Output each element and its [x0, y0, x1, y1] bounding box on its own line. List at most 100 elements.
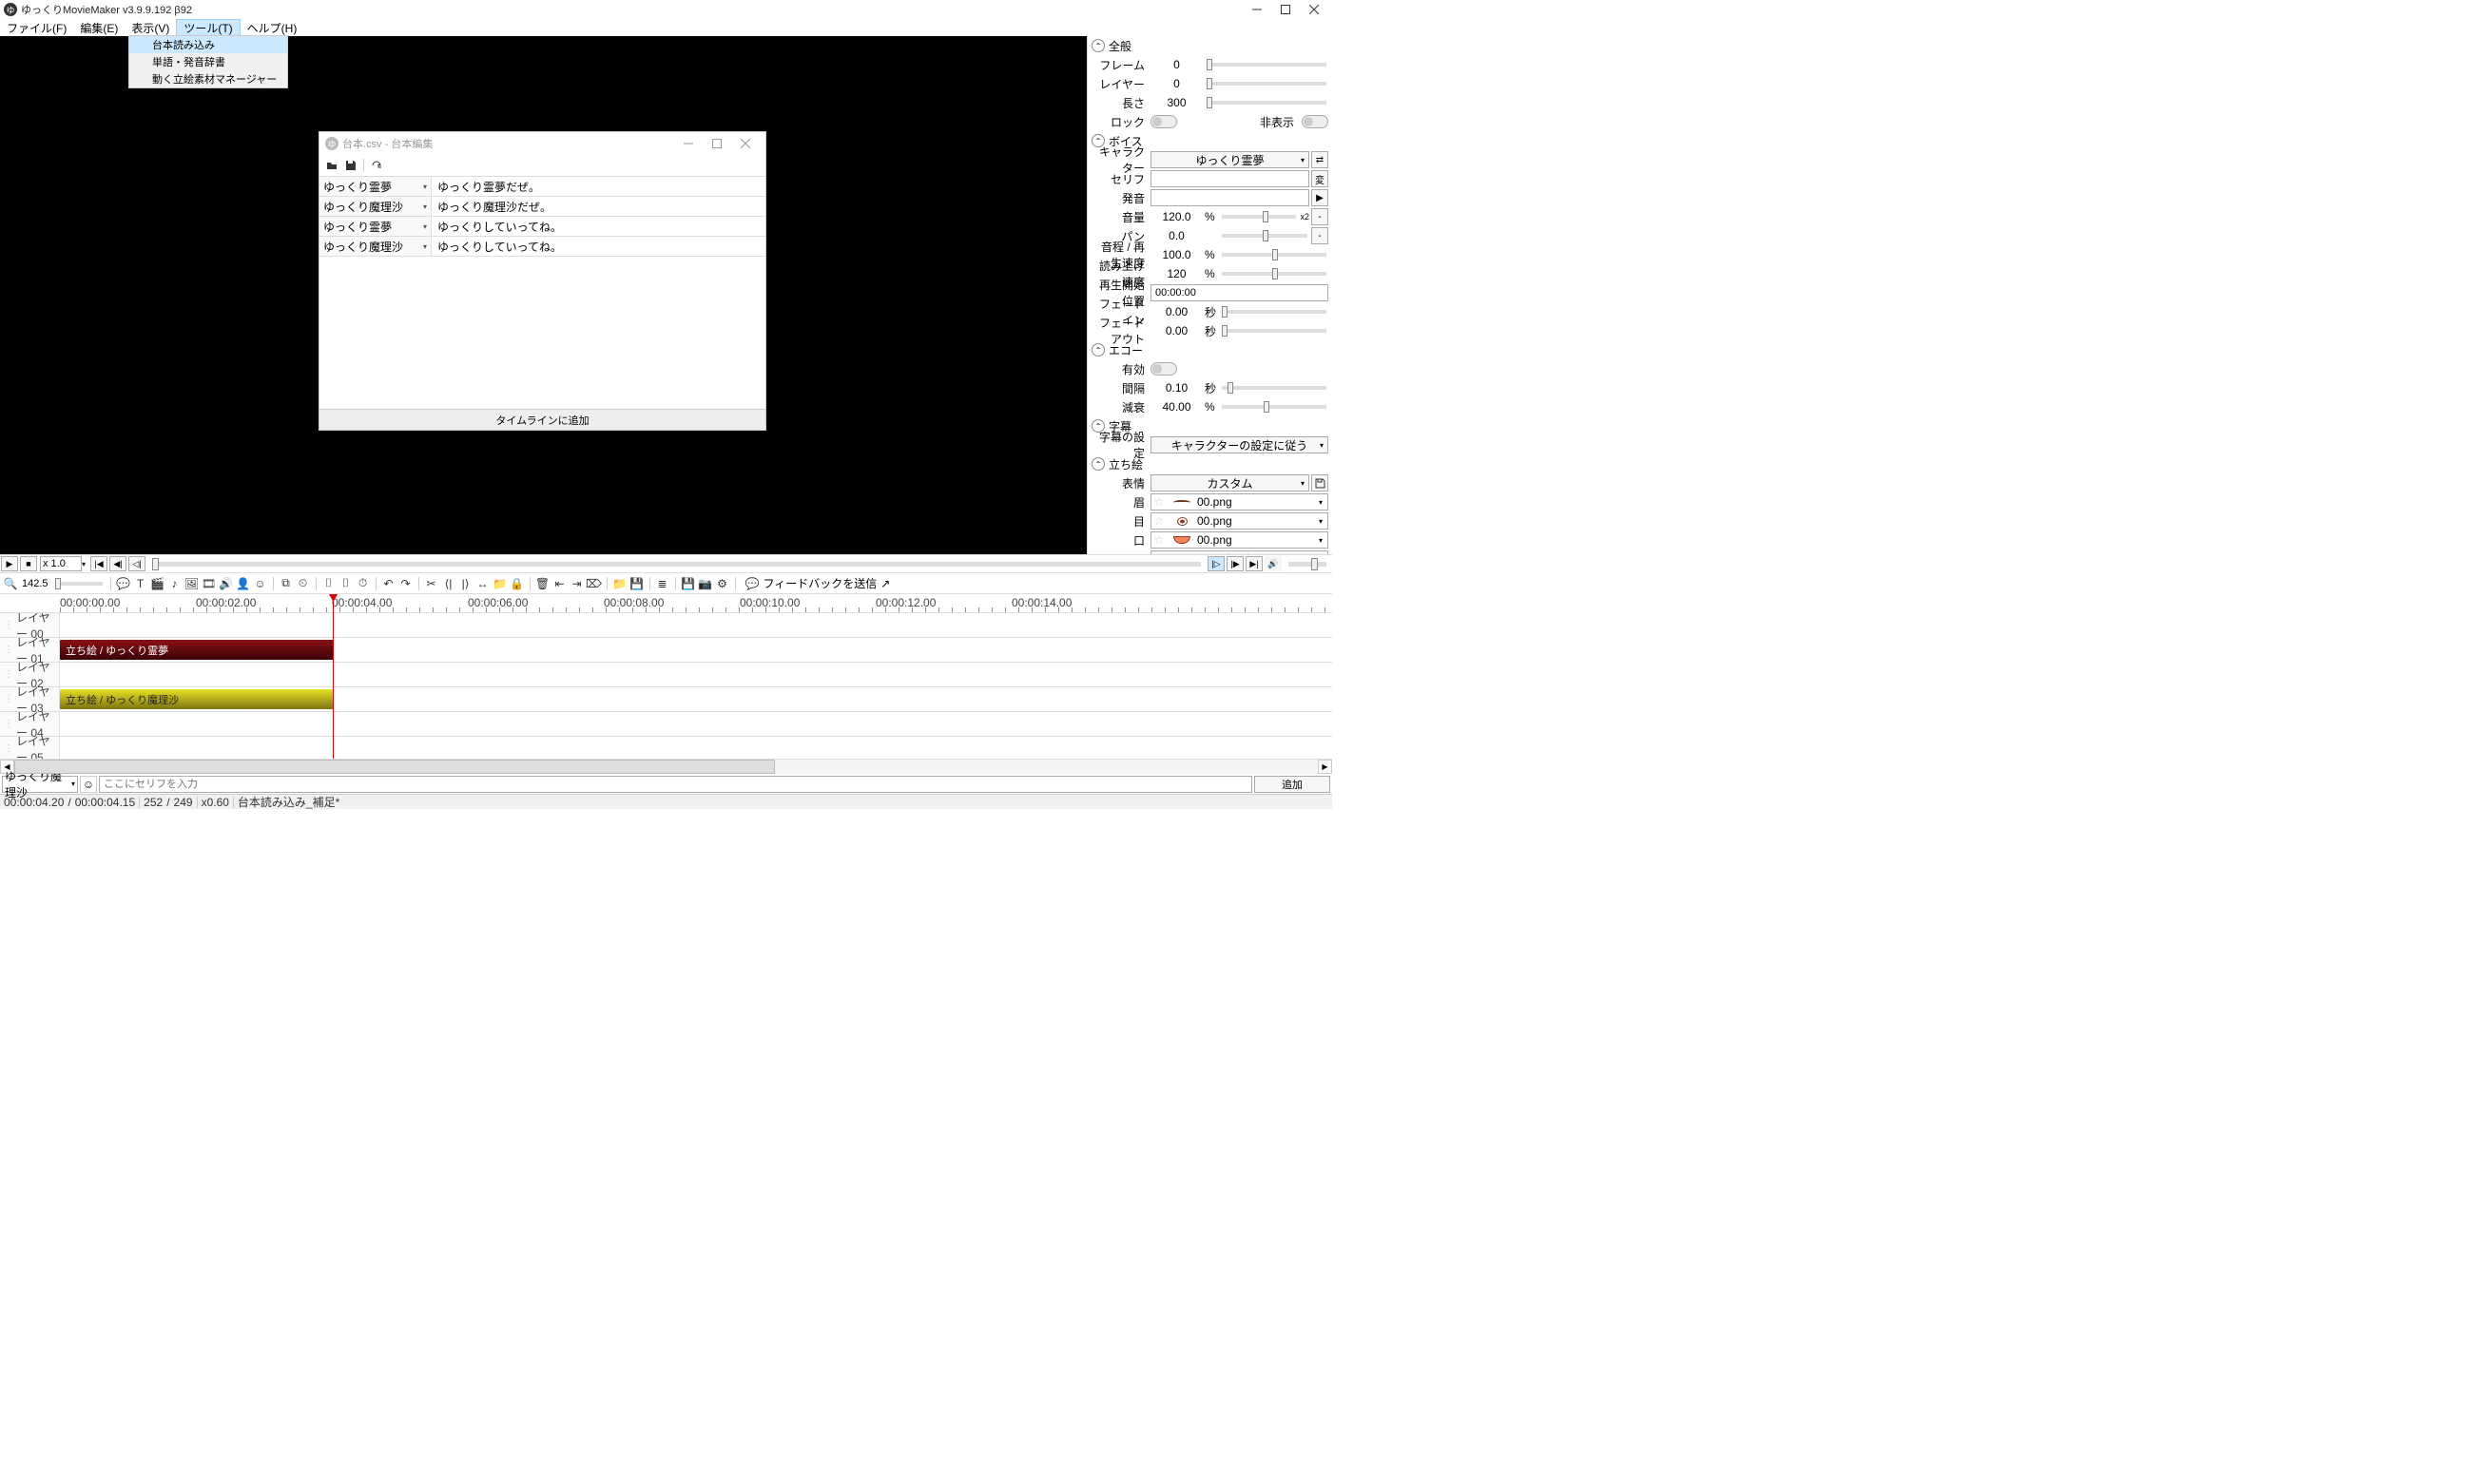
vol-minus-button[interactable]: - [1311, 208, 1328, 225]
add-video-icon[interactable]: 🎬 [149, 575, 166, 592]
zoom-slider[interactable] [55, 582, 103, 586]
layer-track[interactable] [60, 712, 1332, 736]
dialog-close[interactable] [731, 134, 760, 153]
add-portrait-icon[interactable]: 👤 [235, 575, 252, 592]
timeline-clip[interactable]: 立ち絵 / ゆっくり魔理沙 [60, 689, 334, 709]
toggle-echo[interactable] [1150, 362, 1177, 376]
toggle-hide[interactable] [1302, 115, 1328, 128]
snap-icon[interactable]: ⌷ [320, 575, 338, 592]
dialog-add-timeline[interactable]: タイムラインに追加 [319, 409, 765, 430]
save-expression-button[interactable] [1311, 474, 1328, 491]
script-char-select[interactable]: ゆっくり霊夢▾ [319, 217, 432, 236]
input-pronunciation[interactable] [1150, 189, 1309, 206]
close-button[interactable] [1300, 0, 1328, 19]
step-fwd-button[interactable]: |▶ [1227, 556, 1244, 571]
scroll-track[interactable] [14, 760, 1318, 774]
input-serif[interactable] [1150, 170, 1309, 187]
script-text[interactable]: ゆっくりしていってね。 [432, 217, 765, 236]
select-subtitle-setting[interactable]: キャラクターの設定に従う▾ [1150, 436, 1328, 453]
volume-slider[interactable] [1288, 562, 1326, 567]
layer-track[interactable]: 立ち絵 / ゆっくり霊夢 [60, 638, 1332, 662]
star-icon[interactable]: ☆ [1151, 514, 1167, 528]
delete-all-icon[interactable]: ⌦ [586, 575, 603, 592]
slider-pan[interactable] [1222, 234, 1307, 238]
step-back-one-button[interactable]: ◁| [128, 556, 145, 571]
dialog-maximize[interactable] [703, 134, 731, 153]
save-icon[interactable]: 💾 [628, 575, 646, 592]
play-button[interactable]: ▶ [1, 556, 18, 571]
speed-input[interactable] [40, 556, 82, 571]
redo-icon[interactable]: ↷ [397, 575, 415, 592]
dialog-redo-icon[interactable] [370, 159, 383, 172]
serif-input[interactable] [99, 776, 1252, 793]
layer-track[interactable] [60, 663, 1332, 686]
playhead[interactable] [333, 594, 334, 759]
layer-header[interactable]: ⋮レイヤー 05 [0, 737, 60, 759]
scroll-thumb[interactable] [14, 760, 775, 774]
chevron-down-icon[interactable]: ▾ [82, 560, 86, 569]
add-text-icon[interactable]: T [132, 575, 149, 592]
hen-button[interactable]: 変 [1311, 170, 1328, 187]
split-left-icon[interactable]: ⟨| [440, 575, 457, 592]
select-character[interactable]: ゆっくり霊夢▾ [1150, 151, 1309, 168]
undo-icon[interactable]: ↶ [380, 575, 397, 592]
bottom-char-select[interactable]: ゆっくり魔理沙▾ [2, 776, 78, 793]
slider-interval[interactable] [1222, 386, 1326, 390]
select-expression[interactable]: カスタム▾ [1150, 474, 1309, 491]
section-portrait[interactable]: ⌃立ち絵 [1088, 454, 1332, 473]
folder-link-icon[interactable]: 📁 [492, 575, 509, 592]
split-right-icon[interactable]: |⟩ [457, 575, 474, 592]
timeline-clip[interactable]: 立ち絵 / ゆっくり霊夢 [60, 640, 334, 660]
menu-view[interactable]: 表示(V) [125, 19, 176, 36]
seek-slider[interactable] [152, 562, 1201, 567]
add-face-icon[interactable]: ☺ [252, 575, 269, 592]
script-text[interactable]: ゆっくりしていってね。 [432, 237, 765, 256]
section-echo[interactable]: ⌃エコー [1088, 340, 1332, 359]
settings-icon[interactable]: ⚙ [714, 575, 731, 592]
combo-eye[interactable]: ☆00.png▾ [1150, 512, 1328, 530]
dialog-minimize[interactable] [674, 134, 703, 153]
combo-brow[interactable]: ☆00.png▾ [1150, 493, 1328, 511]
align-left-icon[interactable]: ⇤ [551, 575, 569, 592]
dialog-save-icon[interactable] [344, 159, 358, 172]
tools-load-script[interactable]: 台本読み込み [129, 36, 287, 53]
menu-file[interactable]: ファイル(F) [0, 19, 73, 36]
script-char-select[interactable]: ゆっくり霊夢▾ [319, 177, 432, 196]
stopwatch-icon[interactable]: ⏱ [355, 575, 372, 592]
tools-portrait-manager[interactable]: 動く立絵素材マネージャー [129, 70, 287, 87]
slider-volume[interactable] [1222, 215, 1296, 219]
script-text[interactable]: ゆっくり霊夢だぜ。 [432, 177, 765, 196]
scroll-right-button[interactable]: ▶ [1318, 760, 1332, 774]
maximize-button[interactable] [1271, 0, 1300, 19]
add-audio-icon[interactable]: ♪ [166, 575, 184, 592]
step-back-button[interactable]: ◀| [109, 556, 126, 571]
tools-dictionary[interactable]: 単語・発音辞書 [129, 53, 287, 70]
select-hair[interactable]: 未選択▾ [1150, 550, 1328, 554]
add-image-icon[interactable]: 🖼 [184, 575, 201, 592]
lock-icon[interactable]: 🔒 [509, 575, 526, 592]
camera-icon[interactable]: 📷 [697, 575, 714, 592]
folder-icon[interactable]: 📁 [611, 575, 628, 592]
slider-length[interactable] [1207, 101, 1326, 105]
slider-decay[interactable] [1222, 405, 1326, 409]
export-icon[interactable]: 💾 [680, 575, 697, 592]
script-char-select[interactable]: ゆっくり魔理沙▾ [319, 237, 432, 256]
slider-fadein[interactable] [1222, 310, 1326, 314]
star-icon[interactable]: ☆ [1151, 495, 1167, 509]
slider-frame[interactable] [1207, 63, 1326, 67]
script-char-select[interactable]: ゆっくり魔理沙▾ [319, 197, 432, 216]
snap2-icon[interactable]: ⌷ [338, 575, 355, 592]
add-speech-icon[interactable]: 💬 [115, 575, 132, 592]
row-icon[interactable]: ≣ [654, 575, 671, 592]
zoom-icon[interactable]: 🔍 [2, 575, 19, 592]
layer-track[interactable]: 立ち絵 / ゆっくり魔理沙 [60, 687, 1332, 711]
dialog-open-icon[interactable] [325, 159, 338, 172]
slider-layer[interactable] [1207, 82, 1326, 86]
section-general[interactable]: ⌃全般 [1088, 36, 1332, 55]
add-filmstrip-icon[interactable]: 🎞 [201, 575, 218, 592]
combo-mouth[interactable]: ☆00.png▾ [1150, 531, 1328, 549]
stop-button[interactable]: ■ [20, 556, 37, 571]
step-fwd-one-button[interactable]: |▷ [1208, 556, 1225, 571]
layer-track[interactable] [60, 613, 1332, 637]
slider-speed[interactable] [1222, 272, 1326, 276]
